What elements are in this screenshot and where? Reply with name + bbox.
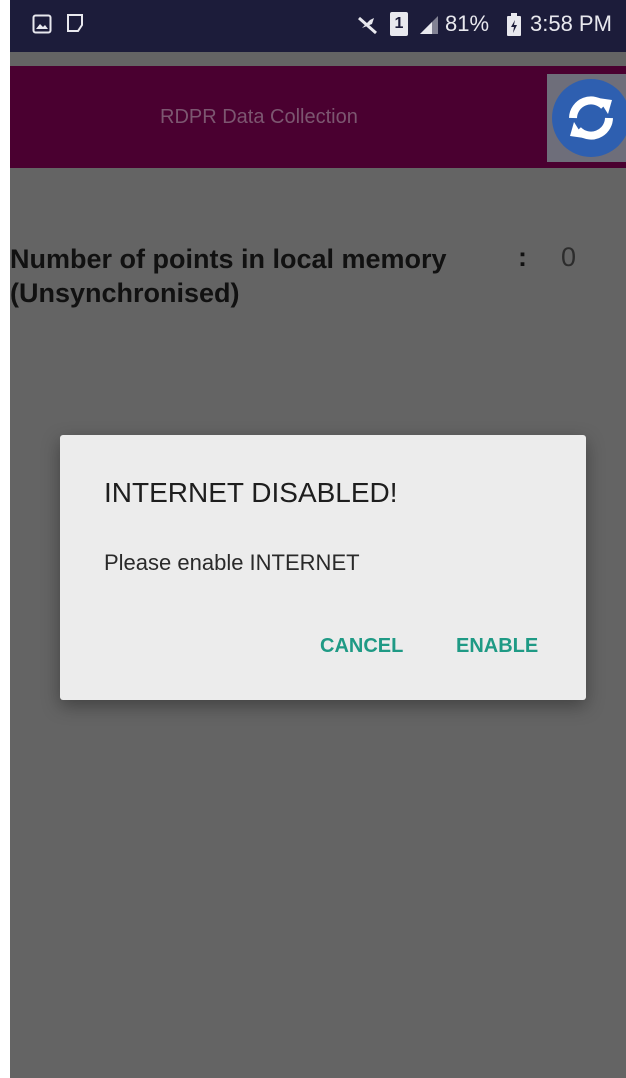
dialog-message: Please enable INTERNET [104, 550, 360, 575]
gallery-icon [32, 14, 52, 34]
counter-colon: : [518, 242, 527, 272]
mute-icon [356, 14, 380, 36]
screen: 1 81% 3:58 PM RDPR Data Collection Numbe… [10, 0, 626, 1078]
sim-label: 1 [390, 12, 408, 36]
signal-icon [418, 14, 440, 36]
counter-label: Number of points in local memory (Unsync… [10, 242, 447, 310]
clock: 3:58 PM [530, 11, 612, 36]
counter-label-line1: Number of points in local memory [10, 244, 447, 274]
notification-icon [66, 13, 86, 35]
enable-button[interactable]: ENABLE [456, 635, 538, 658]
app-title: RDPR Data Collection [160, 106, 358, 128]
status-gap [10, 52, 626, 66]
battery-icon [506, 13, 522, 37]
app-bar: RDPR Data Collection [10, 66, 626, 168]
dialog-title: INTERNET DISABLED! [104, 477, 398, 508]
sim-icon: 1 [390, 12, 408, 36]
status-bar: 1 81% 3:58 PM [10, 0, 626, 52]
battery-text: 81% [445, 11, 490, 36]
sync-button[interactable] [547, 74, 626, 162]
counter-value: 0 [561, 242, 577, 272]
internet-disabled-dialog: INTERNET DISABLED! Please enable INTERNE… [60, 435, 586, 700]
cancel-button[interactable]: CANCEL [320, 635, 403, 658]
counter-label-line2: (Unsynchronised) [10, 278, 240, 308]
